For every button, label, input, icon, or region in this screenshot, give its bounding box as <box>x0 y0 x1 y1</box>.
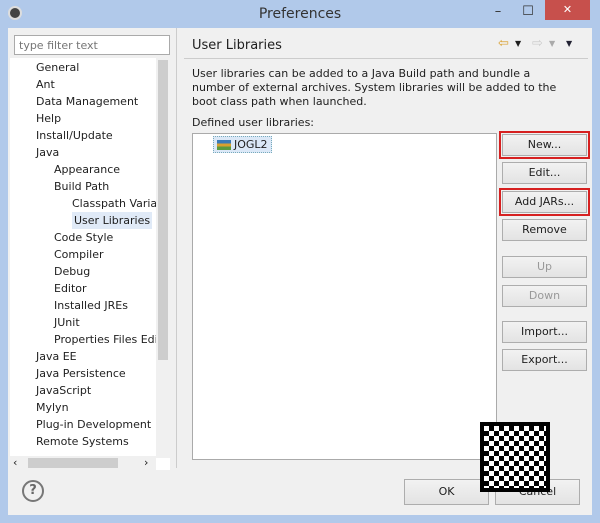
edit-button[interactable]: Edit... <box>502 162 587 184</box>
tree-item[interactable]: Appearance <box>54 161 120 178</box>
tree-item[interactable]: Properties Files Edito <box>54 331 169 348</box>
tree-item[interactable]: Ant <box>36 76 55 93</box>
library-icon <box>217 140 231 150</box>
tree-item[interactable]: Java <box>36 144 59 161</box>
tree-item[interactable]: Code Style <box>54 229 113 246</box>
help-icon[interactable]: ? <box>22 480 44 502</box>
chevron-right-icon[interactable]: › <box>144 456 148 469</box>
qr-code-overlay <box>480 422 550 492</box>
ok-button[interactable]: OK <box>404 479 489 505</box>
page-description: User libraries can be added to a Java Bu… <box>192 67 557 108</box>
tree-item[interactable]: User Libraries <box>72 212 153 229</box>
tree-item[interactable]: Installed JREs <box>54 297 128 314</box>
libraries-list: JOGL2 <box>192 133 497 460</box>
list-item[interactable]: JOGL2 <box>213 136 272 153</box>
divider <box>184 58 588 59</box>
scroll-thumb[interactable] <box>158 60 168 360</box>
up-button[interactable]: Up <box>502 256 587 278</box>
tree-item[interactable]: Editor <box>54 280 87 297</box>
add-jars-button[interactable]: Add JARs... <box>499 188 590 216</box>
preference-tree: General Ant Data Management Help Install/Upd… <box>10 58 170 470</box>
title-bar: Preferences – ☐ ✕ <box>0 0 600 28</box>
tree-item[interactable]: Compiler <box>54 246 104 263</box>
page-title: User Libraries <box>192 38 282 53</box>
tree-item[interactable]: Remote Systems <box>36 433 129 450</box>
chevron-left-icon[interactable]: ‹ <box>13 456 17 469</box>
chevron-down-icon[interactable]: ▼ <box>549 39 555 48</box>
export-button[interactable]: Export... <box>502 349 587 371</box>
tree-item[interactable]: Mylyn <box>36 399 69 416</box>
scroll-thumb[interactable] <box>28 458 118 468</box>
tree-item[interactable]: JUnit <box>54 314 80 331</box>
minimize-icon[interactable]: – <box>485 2 511 22</box>
vertical-scrollbar[interactable] <box>156 58 170 458</box>
horizontal-scrollbar[interactable]: ‹ › <box>10 456 156 470</box>
tree-item[interactable]: Help <box>36 110 61 127</box>
tree-item[interactable]: General <box>36 59 79 76</box>
forward-arrow-icon[interactable]: ⇨ <box>532 36 543 51</box>
new-button[interactable]: New... <box>499 131 590 159</box>
tree-item[interactable]: JavaScript <box>36 382 91 399</box>
remove-button[interactable]: Remove <box>502 219 587 241</box>
down-button[interactable]: Down <box>502 285 587 307</box>
tree-item[interactable]: Plug-in Development <box>36 416 151 433</box>
filter-input[interactable] <box>14 35 170 55</box>
maximize-icon[interactable]: ☐ <box>515 2 541 22</box>
back-arrow-icon[interactable]: ⇦ <box>498 36 509 51</box>
tree-item[interactable]: Classpath Variab <box>72 195 164 212</box>
library-name: JOGL2 <box>234 138 268 151</box>
dialog-body: GeneralAntData ManagementHelpInstall/Upd… <box>8 28 592 515</box>
tree-item[interactable]: Debug <box>54 263 90 280</box>
sash[interactable] <box>176 28 177 468</box>
chevron-down-icon[interactable]: ▼ <box>515 39 521 48</box>
import-button[interactable]: Import... <box>502 321 587 343</box>
close-icon[interactable]: ✕ <box>545 0 590 20</box>
tree-item[interactable]: Java Persistence <box>36 365 126 382</box>
view-menu-icon[interactable]: ▼ <box>566 39 572 48</box>
tree-item[interactable]: Java EE <box>36 348 77 365</box>
tree-item[interactable]: Install/Update <box>36 127 113 144</box>
tree-item[interactable]: Data Management <box>36 93 138 110</box>
tree-item[interactable]: Build Path <box>54 178 109 195</box>
defined-libraries-label: Defined user libraries: <box>192 116 315 129</box>
